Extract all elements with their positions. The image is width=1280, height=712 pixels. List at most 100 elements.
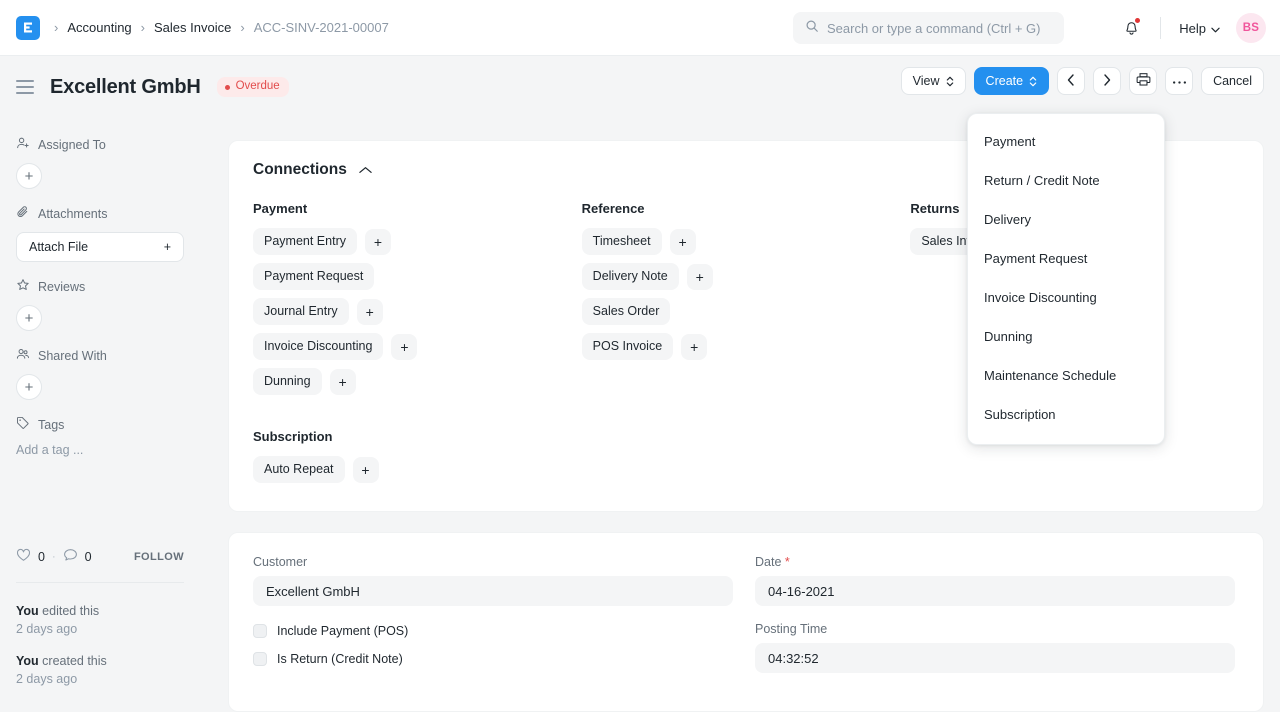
social-actions: 0 · 0 FOLLOW xyxy=(16,548,184,565)
menu-item-maintenance-schedule[interactable]: Maintenance Schedule xyxy=(968,356,1164,395)
document-sidebar: Assigned To + Attachments Attach File + … xyxy=(0,118,212,687)
add-delivery-note-button[interactable]: + xyxy=(687,264,713,290)
connection-row: Payment Entry + xyxy=(253,228,582,255)
tag-icon xyxy=(16,416,30,433)
connections-column-payment: Payment Payment Entry + Payment Request … xyxy=(253,201,582,403)
sidebar-label-shared-with: Shared With xyxy=(38,349,107,363)
chip-auto-repeat[interactable]: Auto Repeat xyxy=(253,456,345,483)
chip-journal-entry[interactable]: Journal Entry xyxy=(253,298,349,325)
is-return-row[interactable]: Is Return (Credit Note) xyxy=(253,652,737,666)
chip-payment-request[interactable]: Payment Request xyxy=(253,263,374,290)
navbar-divider xyxy=(1160,17,1161,39)
date-label-text: Date xyxy=(755,555,781,569)
add-dunning-button[interactable]: + xyxy=(330,369,356,395)
view-button[interactable]: View xyxy=(901,67,966,95)
page-header: Excellent GmbH Overdue View Create xyxy=(0,56,1280,118)
users-icon xyxy=(16,347,30,364)
connections-column-reference: Reference Timesheet + Delivery Note + Sa… xyxy=(582,201,911,403)
menu-item-payment-request[interactable]: Payment Request xyxy=(968,239,1164,278)
global-search[interactable] xyxy=(793,12,1064,44)
customer-input[interactable] xyxy=(253,576,733,606)
chevron-updown-icon xyxy=(1029,76,1037,87)
add-share-button[interactable]: + xyxy=(16,374,42,400)
add-review-button[interactable]: + xyxy=(16,305,42,331)
hamburger-icon[interactable] xyxy=(16,77,36,97)
menu-item-subscription[interactable]: Subscription xyxy=(968,395,1164,434)
activity-action: created this xyxy=(39,654,107,668)
connection-row: POS Invoice + xyxy=(582,333,911,360)
add-auto-repeat-button[interactable]: + xyxy=(353,457,379,483)
is-return-checkbox[interactable] xyxy=(253,652,267,666)
notifications-button[interactable] xyxy=(1116,13,1146,43)
search-input[interactable] xyxy=(827,21,1052,36)
chip-delivery-note[interactable]: Delivery Note xyxy=(582,263,679,290)
help-label: Help xyxy=(1179,21,1206,36)
previous-document-button[interactable] xyxy=(1057,67,1085,95)
activity-time: 2 days ago xyxy=(16,620,196,638)
comment-count: 0 xyxy=(85,550,92,564)
sidebar-divider xyxy=(16,582,184,583)
status-dot-icon xyxy=(225,85,230,90)
chip-invoice-discounting[interactable]: Invoice Discounting xyxy=(253,333,383,360)
create-button[interactable]: Create xyxy=(974,67,1050,95)
menu-item-invoice-discounting[interactable]: Invoice Discounting xyxy=(968,278,1164,317)
separator: · xyxy=(52,551,56,563)
menu-item-dunning[interactable]: Dunning xyxy=(968,317,1164,356)
chip-sales-order[interactable]: Sales Order xyxy=(582,298,671,325)
menu-item-payment[interactable]: Payment xyxy=(968,122,1164,161)
connection-row: Delivery Note + xyxy=(582,263,911,290)
column-title: Reference xyxy=(582,201,911,216)
next-document-button[interactable] xyxy=(1093,67,1121,95)
follow-button[interactable]: FOLLOW xyxy=(134,551,184,563)
activity-action: edited this xyxy=(39,604,99,618)
add-tag-input[interactable]: Add a tag ... xyxy=(16,443,196,457)
breadcrumb-item-sales-invoice[interactable]: Sales Invoice xyxy=(154,20,231,35)
activity-item: You edited this xyxy=(16,602,196,620)
top-navbar: › Accounting › Sales Invoice › ACC-SINV-… xyxy=(0,0,1280,56)
chevron-up-icon[interactable] xyxy=(359,166,372,174)
form-column-right: Date * Posting Time xyxy=(755,555,1239,673)
breadcrumb-item-current: ACC-SINV-2021-00007 xyxy=(254,20,389,35)
menu-item-delivery[interactable]: Delivery xyxy=(968,200,1164,239)
chip-pos-invoice[interactable]: POS Invoice xyxy=(582,333,673,360)
heart-icon[interactable] xyxy=(16,548,31,565)
like-count: 0 xyxy=(38,550,45,564)
sidebar-label-tags: Tags xyxy=(38,418,64,432)
chip-dunning[interactable]: Dunning xyxy=(253,368,322,395)
user-avatar[interactable]: BS xyxy=(1236,13,1266,43)
page-title: Excellent GmbH xyxy=(50,76,201,99)
chip-payment-entry[interactable]: Payment Entry xyxy=(253,228,357,255)
help-menu-button[interactable]: Help xyxy=(1175,17,1224,40)
add-invoice-discounting-button[interactable]: + xyxy=(391,334,417,360)
more-actions-button[interactable] xyxy=(1165,67,1193,95)
breadcrumb-item-accounting[interactable]: Accounting xyxy=(67,20,131,35)
menu-item-return-credit-note[interactable]: Return / Credit Note xyxy=(968,161,1164,200)
sidebar-section-reviews: Reviews xyxy=(16,278,196,295)
include-payment-row[interactable]: Include Payment (POS) xyxy=(253,624,737,638)
print-button[interactable] xyxy=(1129,67,1157,95)
attach-file-button[interactable]: Attach File + xyxy=(16,232,184,262)
activity-actor: You xyxy=(16,654,39,668)
add-timesheet-button[interactable]: + xyxy=(670,229,696,255)
date-input[interactable] xyxy=(755,576,1235,606)
connection-row: Sales Order xyxy=(582,298,911,325)
add-pos-invoice-button[interactable]: + xyxy=(681,334,707,360)
required-marker: * xyxy=(785,555,790,569)
activity-log: You edited this 2 days ago You created t… xyxy=(16,602,196,702)
chip-timesheet[interactable]: Timesheet xyxy=(582,228,662,255)
cancel-button[interactable]: Cancel xyxy=(1201,67,1264,95)
add-journal-entry-button[interactable]: + xyxy=(357,299,383,325)
breadcrumb-separator: › xyxy=(240,21,244,34)
posting-time-input[interactable] xyxy=(755,643,1235,673)
sidebar-section-assigned-to: Assigned To xyxy=(16,136,196,153)
include-payment-label: Include Payment (POS) xyxy=(277,624,408,638)
search-icon xyxy=(805,19,819,38)
chevron-down-icon xyxy=(1211,21,1220,36)
status-label: Overdue xyxy=(236,81,280,93)
add-assignment-button[interactable]: + xyxy=(16,163,42,189)
date-label: Date * xyxy=(755,555,1239,569)
frappe-logo-icon[interactable] xyxy=(16,16,40,40)
comment-icon[interactable] xyxy=(63,548,78,565)
include-payment-checkbox[interactable] xyxy=(253,624,267,638)
add-payment-entry-button[interactable]: + xyxy=(365,229,391,255)
